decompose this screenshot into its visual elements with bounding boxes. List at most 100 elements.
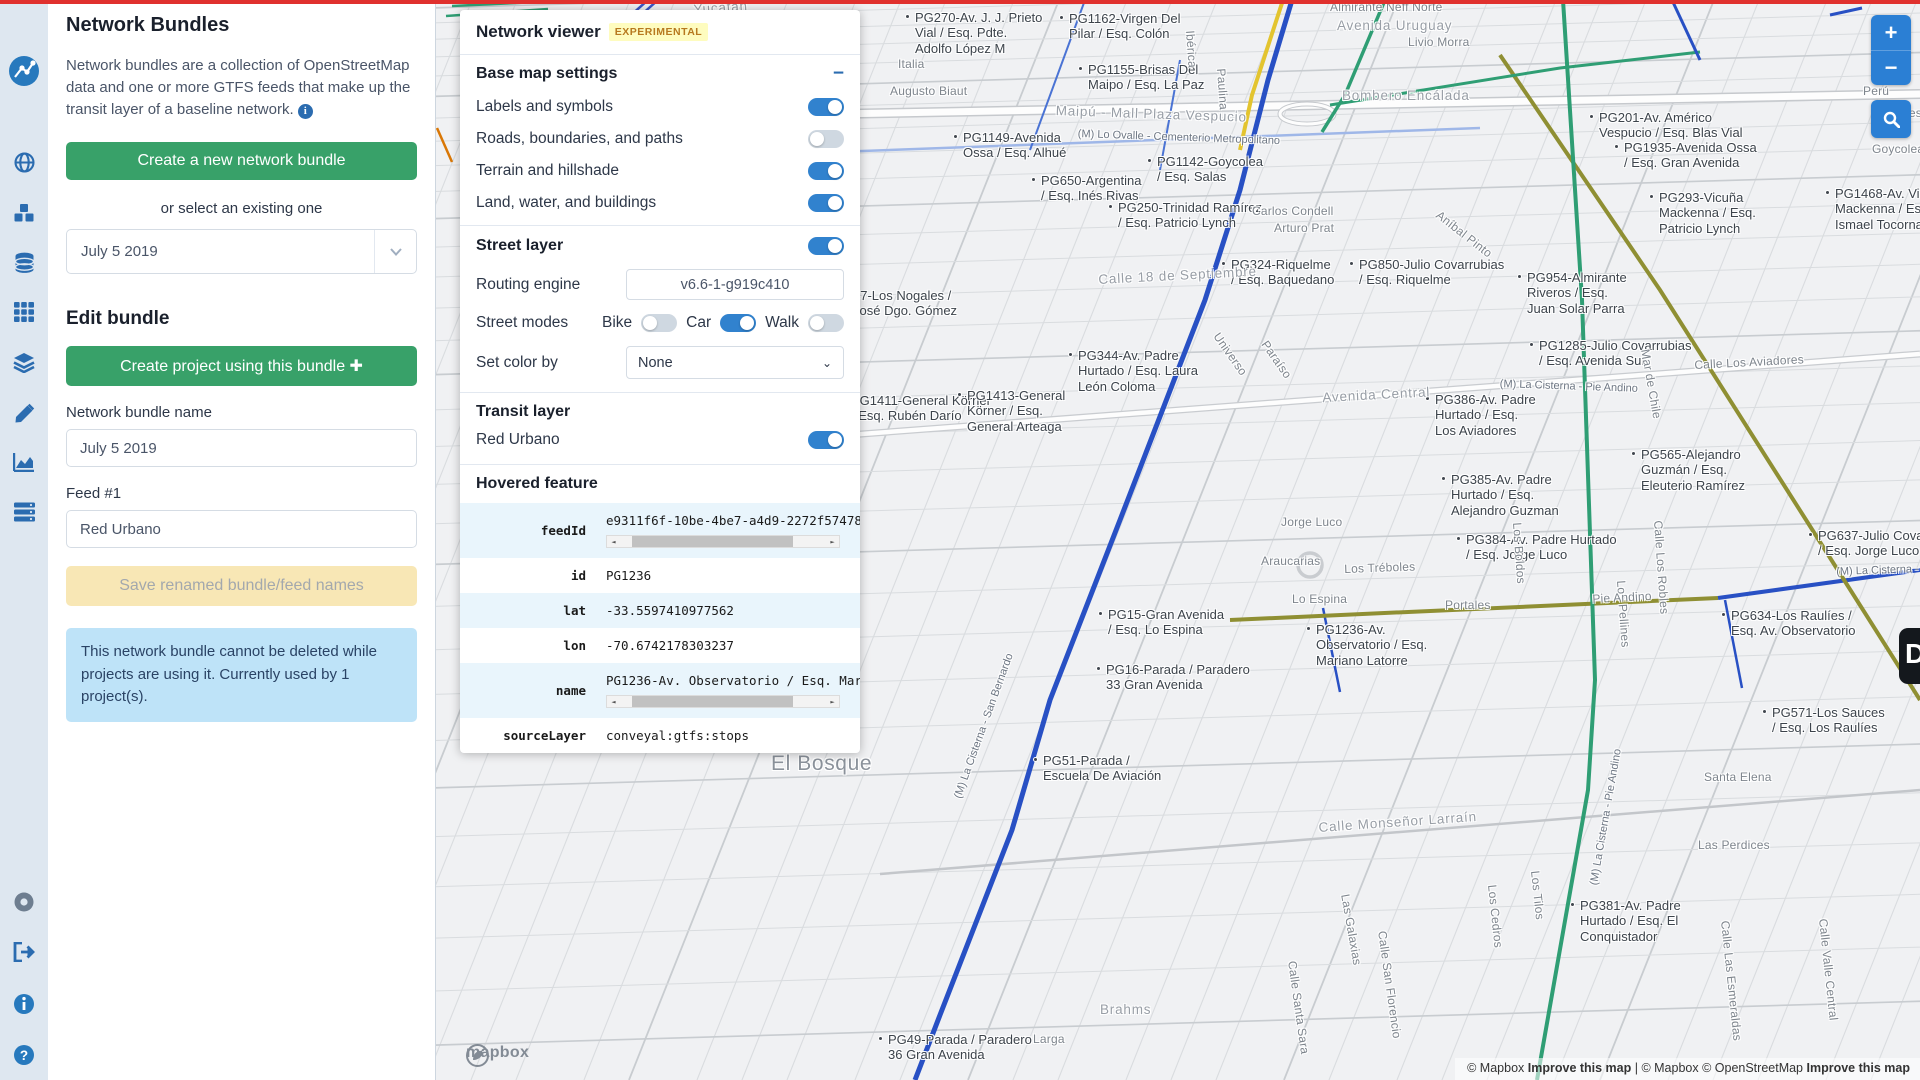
sidebar-item-status[interactable] bbox=[0, 891, 48, 913]
map-label: Brahms bbox=[1100, 1002, 1151, 1018]
scroll-left-icon[interactable]: ◄ bbox=[607, 696, 620, 707]
map-attribution[interactable]: © Mapbox Improve this map | © Mapbox © O… bbox=[1455, 1058, 1920, 1080]
edit-bundle-heading: Edit bundle bbox=[66, 308, 417, 330]
map-stop-dot bbox=[905, 14, 910, 19]
map-label: Avenida Uruguay bbox=[1337, 18, 1452, 34]
map-stop-label: PG201-Av. Américo Vespucio / Esq. Blas V… bbox=[1599, 110, 1743, 141]
map-label: Jorge Luco bbox=[1281, 515, 1342, 529]
set-color-by-select[interactable]: None ⌄ bbox=[626, 346, 844, 379]
map-stop-label: PG1149-Avenida Ossa / Esq. Alhué bbox=[963, 130, 1066, 161]
bundle-select[interactable]: July 5 2019 bbox=[66, 229, 417, 274]
sidebar-item-edit[interactable] bbox=[0, 403, 48, 424]
map-stop-dot bbox=[1529, 342, 1534, 347]
bike-mode-toggle[interactable] bbox=[641, 314, 677, 332]
sidebar-item-regional-analyses[interactable] bbox=[0, 502, 48, 522]
map-label: Las Perdices bbox=[1698, 838, 1770, 852]
feature-key: name bbox=[460, 663, 598, 718]
map-stop-label: PG49-Parada / Paradero 36 Gran Avenida bbox=[888, 1032, 1032, 1063]
sidebar-item-opportunity-datasets[interactable] bbox=[0, 252, 48, 274]
horizontal-scrollbar[interactable]: ◄ ► bbox=[606, 535, 840, 548]
map-stop-label: PG637-Julio Covarr / Esq. Jorge Luco bbox=[1818, 528, 1920, 559]
map-stop-dot bbox=[1068, 352, 1073, 357]
feature-row-feedId: feedId e9311f6f-10be-4be7-a4d9-2272f5747… bbox=[460, 503, 860, 558]
sidebar-item-info[interactable] bbox=[0, 993, 48, 1015]
routing-engine-input[interactable] bbox=[626, 269, 844, 300]
map-stop-label: PG1236-Av. Observatorio / Esq. Mariano L… bbox=[1316, 622, 1427, 668]
bundle-name-label: Network bundle name bbox=[66, 404, 417, 421]
horizontal-scrollbar[interactable]: ◄ ► bbox=[606, 695, 840, 708]
zoom-out-button[interactable]: − bbox=[1871, 50, 1911, 85]
map-stop-dot bbox=[953, 134, 958, 139]
map-stop-dot bbox=[1096, 666, 1101, 671]
mapbox-logo-icon bbox=[466, 1044, 489, 1067]
scroll-left-icon[interactable]: ◄ bbox=[607, 536, 620, 547]
scroll-right-icon[interactable]: ► bbox=[826, 696, 839, 707]
bundle-select-value: July 5 2019 bbox=[67, 230, 374, 273]
street-layer-toggle[interactable] bbox=[808, 237, 844, 255]
save-names-button[interactable]: Save renamed bundle/feed names bbox=[66, 566, 417, 606]
map-stop-dot bbox=[1649, 194, 1654, 199]
server-icon bbox=[14, 502, 35, 522]
map-stop-dot bbox=[1808, 532, 1813, 537]
map-label: Paulina bbox=[1214, 68, 1231, 110]
sidebar-item-layers[interactable] bbox=[0, 352, 48, 373]
create-bundle-button[interactable]: Create a new network bundle bbox=[66, 142, 417, 180]
map-stop-label: PG381-Av. Padre Hurtado / Esq. El Conqui… bbox=[1580, 898, 1681, 944]
sidebar-item-bundles[interactable] bbox=[0, 203, 48, 223]
feature-value: -33.5597410977562 bbox=[606, 603, 734, 618]
map-search-button[interactable] bbox=[1871, 100, 1911, 138]
sidebar-item-analysis[interactable] bbox=[0, 452, 48, 472]
car-mode-toggle[interactable] bbox=[720, 314, 756, 332]
feature-key: sourceLayer bbox=[460, 718, 598, 753]
cubes-icon bbox=[13, 203, 35, 223]
chart-area-icon bbox=[13, 452, 35, 472]
map-stop-dot bbox=[1108, 204, 1113, 209]
map-stop-dot bbox=[1306, 626, 1311, 631]
sidebar-item-help[interactable]: ? bbox=[0, 1044, 48, 1066]
info-tooltip-icon[interactable]: i bbox=[298, 104, 313, 119]
feature-key: lat bbox=[460, 593, 598, 628]
network-bundles-panel: Network Bundles Network bundles are a co… bbox=[48, 0, 436, 1080]
zoom-in-button[interactable]: + bbox=[1871, 15, 1911, 50]
map-stop-dot bbox=[1033, 757, 1038, 762]
svg-text:?: ? bbox=[20, 1048, 28, 1063]
land-water-and-buildings-toggle[interactable] bbox=[808, 194, 844, 212]
map-stop-label: PG293-Vicuña Mackenna / Esq. Patricio Ly… bbox=[1659, 190, 1756, 236]
roads-boundaries-and-paths-toggle[interactable] bbox=[808, 130, 844, 148]
map-stop-label: 47-Los Nogales / José Dgo. Gómez bbox=[853, 288, 957, 319]
mapbox-logo[interactable]: mapbox bbox=[466, 1044, 529, 1062]
walk-mode-toggle[interactable] bbox=[808, 314, 844, 332]
scroll-right-icon[interactable]: ► bbox=[826, 536, 839, 547]
feed-1-input[interactable] bbox=[66, 510, 417, 548]
map-label: El Bosque bbox=[771, 752, 872, 777]
map-label: Los Tréboles bbox=[1344, 560, 1416, 577]
labels-and-symbols-toggle[interactable] bbox=[808, 98, 844, 116]
terrain-and-hillshade-toggle[interactable] bbox=[808, 162, 844, 180]
map-stop-dot bbox=[1762, 709, 1767, 714]
sidebar-item-logout[interactable] bbox=[0, 942, 48, 962]
sidebar-item-home[interactable] bbox=[0, 55, 48, 87]
sidebar-item-regions[interactable] bbox=[0, 152, 48, 173]
collapse-section-button[interactable]: − bbox=[833, 67, 844, 81]
transit-feed-toggle[interactable] bbox=[808, 431, 844, 449]
set-color-by-label: Set color by bbox=[476, 354, 558, 372]
street-modes-label: Street modes bbox=[476, 314, 568, 332]
bundles-description: Network bundles are a collection of Open… bbox=[66, 55, 417, 120]
feature-value: conveyal:gtfs:stops bbox=[606, 728, 749, 743]
create-project-button[interactable]: Create project using this bundle ✚ bbox=[66, 346, 417, 386]
zoom-control-group: + − bbox=[1871, 15, 1911, 85]
feature-row-name: name PG1236-Av. Observatorio / Esq. Mari… bbox=[460, 663, 860, 718]
map-stop-dot bbox=[1031, 177, 1036, 182]
bundle-name-input[interactable] bbox=[66, 429, 417, 467]
hovered-feature-table: feedId e9311f6f-10be-4be7-a4d9-2272f5747… bbox=[460, 503, 860, 753]
sidebar-item-projects[interactable] bbox=[0, 302, 48, 322]
map-stop-label: PG270-Av. J. J. Prieto Vial / Esq. Pdte.… bbox=[915, 10, 1042, 56]
map-label: Araucarias bbox=[1261, 554, 1320, 568]
toggle-label: Roads, boundaries, and paths bbox=[476, 130, 683, 148]
car-mode-label: Car bbox=[686, 314, 711, 332]
map-label: Perú bbox=[1863, 84, 1889, 98]
map-stop-label: PG1162-Virgen Del Pilar / Esq. Colón bbox=[1069, 11, 1181, 42]
page-title: Network Bundles bbox=[66, 14, 417, 37]
hovered-feature-heading: Hovered feature bbox=[476, 475, 598, 493]
feature-value: PG1236 bbox=[606, 568, 651, 583]
